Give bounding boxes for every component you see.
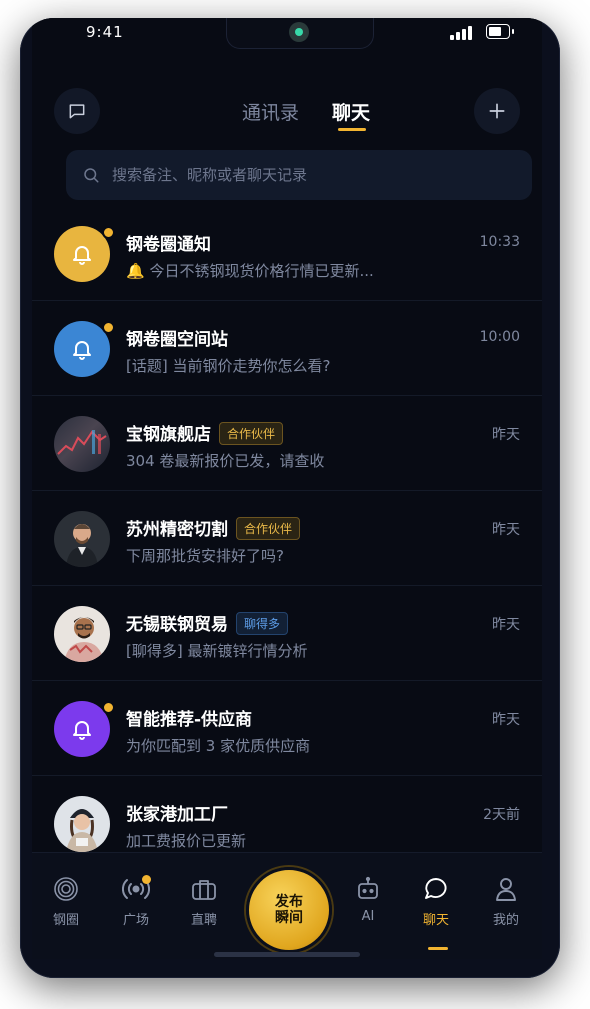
chat-time: 10:33 <box>479 234 520 250</box>
partner-badge: 合作伙伴 <box>219 422 284 445</box>
tab-me[interactable]: 我的 <box>476 875 536 928</box>
tab-label: 直聘 <box>190 913 217 928</box>
person-avatar <box>54 606 110 662</box>
chat-preview: 🔔 今日不锈钢现货价格行情已更新... <box>126 262 374 280</box>
chat-preview: [话题] 当前钢价走势你怎么看? <box>126 357 331 375</box>
battery-icon <box>486 24 514 39</box>
robot-icon <box>358 876 378 899</box>
bottom-tab-bar: 钢圈 广场 直聘 发布 瞬间 AI 聊天 我的 <box>32 852 542 959</box>
chatty-badge: 聊得多 <box>236 612 289 635</box>
chat-preview: 加工费报价已更新 <box>126 832 247 850</box>
bell-icon <box>73 246 91 265</box>
chat-preview: 为你匹配到 3 家优质供应商 <box>126 737 311 755</box>
search-input[interactable] <box>110 165 494 185</box>
message-button[interactable] <box>54 88 100 134</box>
publish-label-2: 瞬间 <box>275 910 303 926</box>
unread-dot <box>102 701 115 714</box>
briefcase-icon <box>192 880 216 900</box>
chat-name: 无锡联钢贸易 聊得多 <box>126 610 289 635</box>
partner-badge: 合作伙伴 <box>236 517 301 540</box>
phone-frame: 9:41 通讯录 聊天 搜索备注、昵称或者聊天记录 钢卷圈通知 🔔 今日不锈钢现… <box>20 18 560 978</box>
tab-chat-nav[interactable]: 聊天 <box>406 875 466 928</box>
chat-preview: 304 卷最新报价已发，请查收 <box>126 452 325 470</box>
chat-row[interactable]: 智能推荐-供应商 为你匹配到 3 家优质供应商 昨天 <box>32 681 542 776</box>
signal-icon <box>450 26 472 40</box>
unread-dot <box>102 226 115 239</box>
tab-label: 广场 <box>122 913 149 928</box>
chat-bubble-icon <box>425 878 447 899</box>
person-photo-icon <box>66 524 98 567</box>
chat-name: 智能推荐-供应商 <box>126 710 253 730</box>
home-indicator <box>214 952 360 957</box>
plus-icon <box>489 103 505 119</box>
tab-plaza[interactable]: 广场 <box>106 875 166 928</box>
tab-chat[interactable]: 聊天 <box>332 98 370 125</box>
tab-ring[interactable]: 钢圈 <box>36 875 96 928</box>
camera-icon <box>289 22 309 42</box>
tab-ai[interactable]: AI <box>338 875 398 924</box>
unread-dot <box>102 321 115 334</box>
tab-label: AI <box>361 909 375 924</box>
bell-icon <box>73 721 91 740</box>
chat-preview: 下周那批货安排好了吗? <box>126 547 284 565</box>
person-photo-icon <box>66 809 98 852</box>
chat-row[interactable]: 无锡联钢贸易 聊得多 [聊得多] 最新镀锌行情分析 昨天 <box>32 586 542 681</box>
chat-row[interactable]: 钢卷圈空间站 [话题] 当前钢价走势你怎么看? 10:00 <box>32 301 542 396</box>
tab-label: 我的 <box>492 913 519 928</box>
person-avatar <box>54 511 110 567</box>
chart-photo-icon <box>57 430 107 455</box>
search-icon <box>82 166 100 184</box>
user-icon <box>496 878 516 901</box>
chat-time: 昨天 <box>492 522 520 538</box>
plaza-unread-dot <box>142 875 151 884</box>
tab-underline <box>338 128 366 131</box>
chat-preview: [聊得多] 最新镀锌行情分析 <box>126 642 308 660</box>
tab-contacts[interactable]: 通讯录 <box>242 98 299 125</box>
person-avatar <box>54 796 110 852</box>
person-photo-icon <box>64 617 104 662</box>
chat-time: 2天前 <box>483 807 520 823</box>
chat-time: 昨天 <box>492 617 520 633</box>
bell-icon <box>73 341 91 360</box>
dynamic-island <box>226 18 374 49</box>
publish-button[interactable]: 发布 瞬间 <box>246 867 332 953</box>
search-bar[interactable] <box>66 150 532 200</box>
chat-row[interactable]: 张家港加工厂 加工费报价已更新 2天前 <box>32 776 542 852</box>
ring-icon <box>54 877 78 901</box>
add-button[interactable] <box>474 88 520 134</box>
chat-name: 钢卷圈通知 <box>126 235 211 255</box>
chat-name: 宝钢旗舰店 合作伙伴 <box>126 420 284 445</box>
active-tab-indicator <box>428 947 448 950</box>
tab-label: 聊天 <box>422 913 449 928</box>
chat-screen: 9:41 通讯录 聊天 搜索备注、昵称或者聊天记录 钢卷圈通知 🔔 今日不锈钢现… <box>32 18 542 959</box>
chat-time: 昨天 <box>492 712 520 728</box>
status-time: 9:41 <box>86 23 124 41</box>
chat-list: 钢卷圈通知 🔔 今日不锈钢现货价格行情已更新... 10:33 钢卷圈空间站 [… <box>32 206 542 852</box>
tab-recruit[interactable]: 直聘 <box>174 875 234 928</box>
tab-label: 钢圈 <box>52 913 79 928</box>
chat-name: 钢卷圈空间站 <box>126 330 228 350</box>
chat-time: 10:00 <box>479 329 520 345</box>
chat-row[interactable]: 宝钢旗舰店 合作伙伴 304 卷最新报价已发，请查收 昨天 <box>32 396 542 491</box>
chat-row[interactable]: 苏州精密切割 合作伙伴 下周那批货安排好了吗? 昨天 <box>32 491 542 586</box>
chat-name: 张家港加工厂 <box>126 805 228 825</box>
store-avatar <box>54 416 110 472</box>
chat-name: 苏州精密切割 合作伙伴 <box>126 515 301 540</box>
chat-row[interactable]: 钢卷圈通知 🔔 今日不锈钢现货价格行情已更新... 10:33 <box>32 206 542 301</box>
publish-label-1: 发布 <box>275 894 303 910</box>
message-square-icon <box>69 104 85 119</box>
chat-time: 昨天 <box>492 427 520 443</box>
